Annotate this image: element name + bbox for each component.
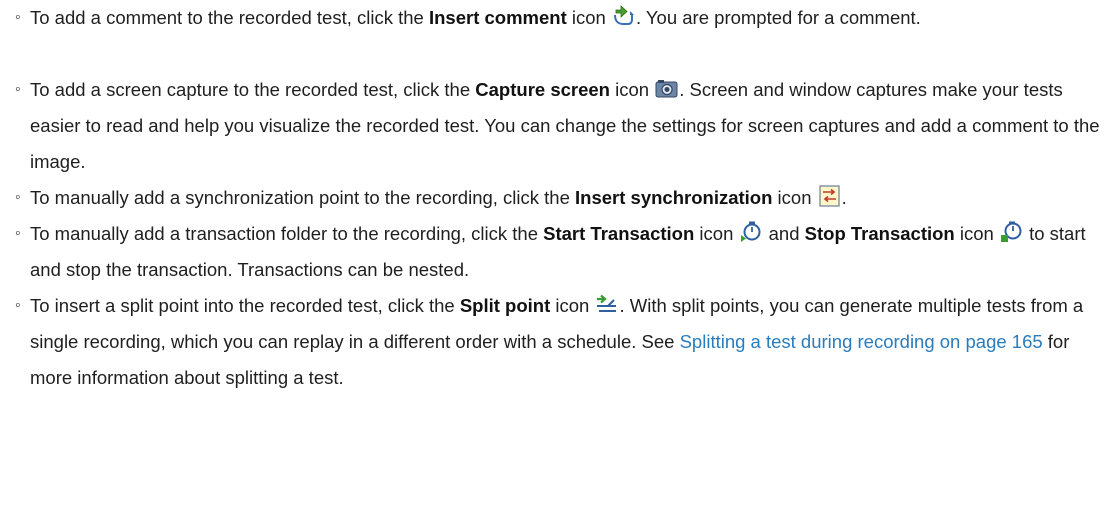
bullet-insert-synchronization: To manually add a synchronization point …: [15, 180, 1100, 216]
bullet-text: To manually add a synchronization point …: [30, 187, 576, 208]
bullet-text: icon: [566, 7, 611, 28]
bullet-text: icon: [609, 79, 655, 100]
bullet-text: .: [841, 187, 847, 208]
capture-screen-label: Capture screen: [475, 79, 610, 100]
split-point-label: Split point: [459, 295, 551, 316]
insert-comment-icon: [612, 5, 635, 27]
splitting-test-link[interactable]: Splitting a test during recording on pag…: [680, 331, 1043, 352]
bullet-text: . You are prompted for a comment.: [635, 7, 921, 28]
synchronization-icon: [818, 185, 841, 207]
camera-icon: [655, 77, 678, 99]
bullet-text: To insert a split point into the recorde…: [30, 295, 460, 316]
split-point-icon: [595, 293, 618, 315]
document-page: To add a comment to the recorded test, c…: [0, 0, 1105, 515]
bullet-capture-screen: To add a screen capture to the recorded …: [15, 72, 1100, 180]
bullet-text: icon: [954, 223, 999, 244]
bullet-text: icon: [694, 223, 739, 244]
insert-comment-label: Insert comment: [428, 7, 567, 28]
bullet-text: icon: [772, 187, 817, 208]
bullet-insert-comment: To add a comment to the recorded test, c…: [15, 0, 1100, 36]
start-transaction-label: Start Transaction: [543, 223, 695, 244]
bullet-text: To add a comment to the recorded test, c…: [30, 7, 429, 28]
stop-transaction-icon: [1000, 221, 1023, 243]
bullet-text: and: [763, 223, 805, 244]
stop-transaction-label: Stop Transaction: [804, 223, 955, 244]
bullet-text: To manually add a transaction folder to …: [30, 223, 544, 244]
bullet-text: icon: [550, 295, 595, 316]
start-transaction-icon: [740, 221, 763, 243]
bullet-transaction: To manually add a transaction folder to …: [15, 216, 1100, 288]
bullet-text: To add a screen capture to the recorded …: [30, 79, 476, 100]
bullet-split-point: To insert a split point into the recorde…: [15, 288, 1100, 396]
insert-synchronization-label: Insert synchronization: [575, 187, 773, 208]
